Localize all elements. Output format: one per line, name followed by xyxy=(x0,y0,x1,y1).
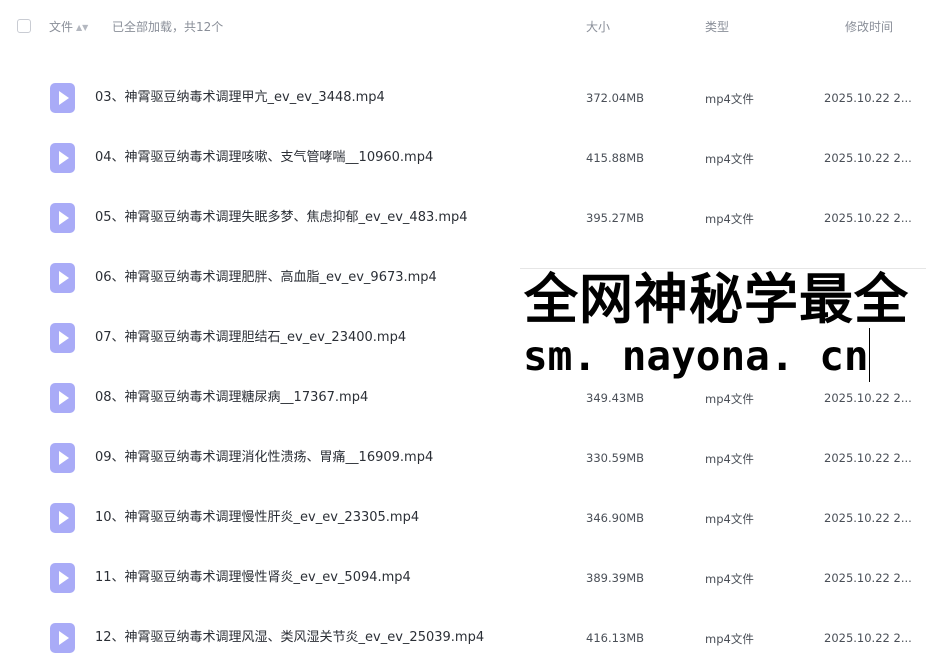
text-cursor xyxy=(869,328,870,382)
watermark-title: 全网神秘学最全 xyxy=(524,268,909,331)
file-row[interactable]: 11、神霄驱豆纳毒术调理慢性肾炎_ev_ev_5094.mp4 389.39MB… xyxy=(0,548,926,608)
file-name[interactable]: 06、神霄驱豆纳毒术调理肥胖、高血脂_ev_ev_9673.mp4 xyxy=(95,269,437,287)
file-size: 346.90MB xyxy=(586,511,645,525)
file-modified-time: 2025.10.22 2... xyxy=(824,631,912,645)
file-size: 416.13MB xyxy=(586,631,645,645)
select-all-checkbox[interactable] xyxy=(17,19,31,33)
file-row[interactable]: 12、神霄驱豆纳毒术调理风湿、类风湿关节炎_ev_ev_25039.mp4 41… xyxy=(0,608,926,668)
file-name[interactable]: 05、神霄驱豆纳毒术调理失眠多梦、焦虑抑郁_ev_ev_483.mp4 xyxy=(95,209,468,227)
video-file-icon xyxy=(50,563,75,593)
column-header-name[interactable]: 文件 ▲▼ xyxy=(49,19,88,36)
file-modified-time: 2025.10.22 2... xyxy=(824,91,912,105)
file-modified-time: 2025.10.22 2... xyxy=(824,391,912,405)
file-row[interactable]: 10、神霄驱豆纳毒术调理慢性肝炎_ev_ev_23305.mp4 346.90M… xyxy=(0,488,926,548)
file-name[interactable]: 09、神霄驱豆纳毒术调理消化性溃疡、胃痛__16909.mp4 xyxy=(95,449,433,467)
video-file-icon xyxy=(50,443,75,473)
file-size: 395.27MB xyxy=(586,211,645,225)
video-file-icon xyxy=(50,323,75,353)
video-file-icon xyxy=(50,263,75,293)
watermark-overlay: 全网神秘学最全 sm. nayona. cn xyxy=(520,268,926,384)
file-type: mp4文件 xyxy=(705,572,754,586)
file-modified-time: 2025.10.22 2... xyxy=(824,571,912,585)
file-type: mp4文件 xyxy=(705,92,754,106)
video-file-icon xyxy=(50,623,75,653)
file-list-header: 文件 ▲▼ 已全部加载，共12个 大小 类型 修改时间 xyxy=(0,0,926,54)
column-header-modified-time[interactable]: 修改时间 xyxy=(845,19,893,35)
file-size: 415.88MB xyxy=(586,151,645,165)
file-size: 330.59MB xyxy=(586,451,645,465)
column-header-type[interactable]: 类型 xyxy=(705,19,729,35)
file-size: 349.43MB xyxy=(586,391,645,405)
file-type: mp4文件 xyxy=(705,452,754,466)
column-header-size[interactable]: 大小 xyxy=(586,19,610,35)
watermark-url: sm. nayona. cn xyxy=(523,332,869,380)
file-row[interactable]: 09、神霄驱豆纳毒术调理消化性溃疡、胃痛__16909.mp4 330.59MB… xyxy=(0,428,926,488)
file-row[interactable]: 03、神霄驱豆纳毒术调理甲亢_ev_ev_3448.mp4 372.04MB m… xyxy=(0,68,926,128)
file-modified-time: 2025.10.22 2... xyxy=(824,151,912,165)
file-size: 372.04MB xyxy=(586,91,645,105)
video-file-icon xyxy=(50,503,75,533)
file-row[interactable]: 04、神霄驱豆纳毒术调理咳嗽、支气管哮喘__10960.mp4 415.88MB… xyxy=(0,128,926,188)
file-size: 389.39MB xyxy=(586,571,645,585)
file-name[interactable]: 07、神霄驱豆纳毒术调理胆结石_ev_ev_23400.mp4 xyxy=(95,329,406,347)
file-type: mp4文件 xyxy=(705,512,754,526)
video-file-icon xyxy=(50,143,75,173)
video-file-icon xyxy=(50,203,75,233)
video-file-icon xyxy=(50,83,75,113)
file-name[interactable]: 11、神霄驱豆纳毒术调理慢性肾炎_ev_ev_5094.mp4 xyxy=(95,569,411,587)
file-modified-time: 2025.10.22 2... xyxy=(824,451,912,465)
file-name[interactable]: 12、神霄驱豆纳毒术调理风湿、类风湿关节炎_ev_ev_25039.mp4 xyxy=(95,629,484,647)
file-name[interactable]: 03、神霄驱豆纳毒术调理甲亢_ev_ev_3448.mp4 xyxy=(95,89,385,107)
file-row[interactable]: 05、神霄驱豆纳毒术调理失眠多梦、焦虑抑郁_ev_ev_483.mp4 395.… xyxy=(0,188,926,248)
file-modified-time: 2025.10.22 2... xyxy=(824,511,912,525)
file-modified-time: 2025.10.22 2... xyxy=(824,211,912,225)
sort-icon[interactable]: ▲▼ xyxy=(76,23,88,32)
file-name[interactable]: 08、神霄驱豆纳毒术调理糖尿病__17367.mp4 xyxy=(95,389,368,407)
file-type: mp4文件 xyxy=(705,152,754,166)
load-status: 已全部加载，共12个 xyxy=(112,20,224,34)
file-name[interactable]: 10、神霄驱豆纳毒术调理慢性肝炎_ev_ev_23305.mp4 xyxy=(95,509,419,527)
file-type: mp4文件 xyxy=(705,212,754,226)
file-type: mp4文件 xyxy=(705,632,754,646)
file-type: mp4文件 xyxy=(705,392,754,406)
column-name-label: 文件 xyxy=(49,20,74,34)
file-name[interactable]: 04、神霄驱豆纳毒术调理咳嗽、支气管哮喘__10960.mp4 xyxy=(95,149,433,167)
video-file-icon xyxy=(50,383,75,413)
